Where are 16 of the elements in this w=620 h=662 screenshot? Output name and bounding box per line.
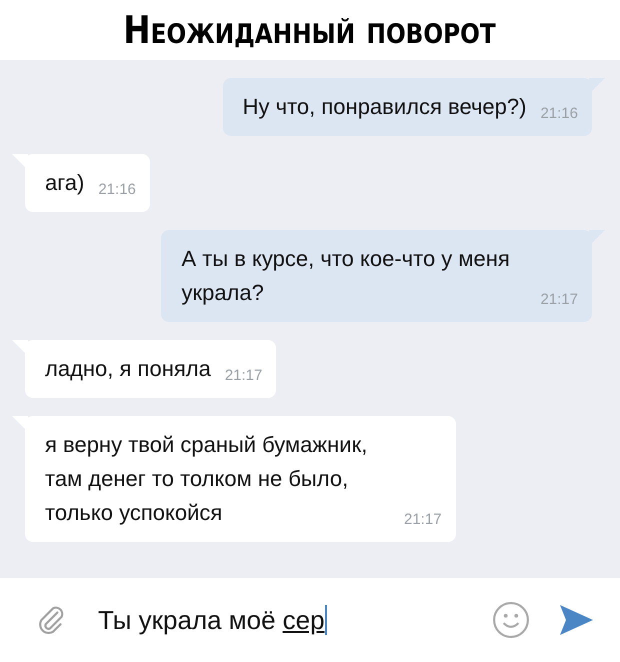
message-input[interactable]: Ты украла моё сер <box>80 604 480 636</box>
smiley-icon[interactable] <box>492 601 530 639</box>
message-time: 21:16 <box>540 105 578 124</box>
message-text: ладно, я поняла <box>45 355 211 383</box>
message-text: ага) <box>45 169 84 197</box>
message-time: 21:17 <box>224 367 262 386</box>
message-time: 21:17 <box>404 511 442 530</box>
message-time: 21:17 <box>540 291 578 310</box>
message-text: Ну что, понравился вечер?) <box>242 93 526 121</box>
message-text: я верну твой сраный бумажник, там денег то толком не было, только успокойся <box>45 431 368 527</box>
caption: Неожиданный поворот <box>124 8 496 52</box>
typed-text: Ты украла моё <box>98 604 276 636</box>
message-time: 21:16 <box>98 181 136 200</box>
send-icon[interactable] <box>558 602 594 638</box>
message-text: А ты в курсе, что кое-что у меня украла? <box>181 245 511 307</box>
composing-word: сер <box>282 604 325 636</box>
